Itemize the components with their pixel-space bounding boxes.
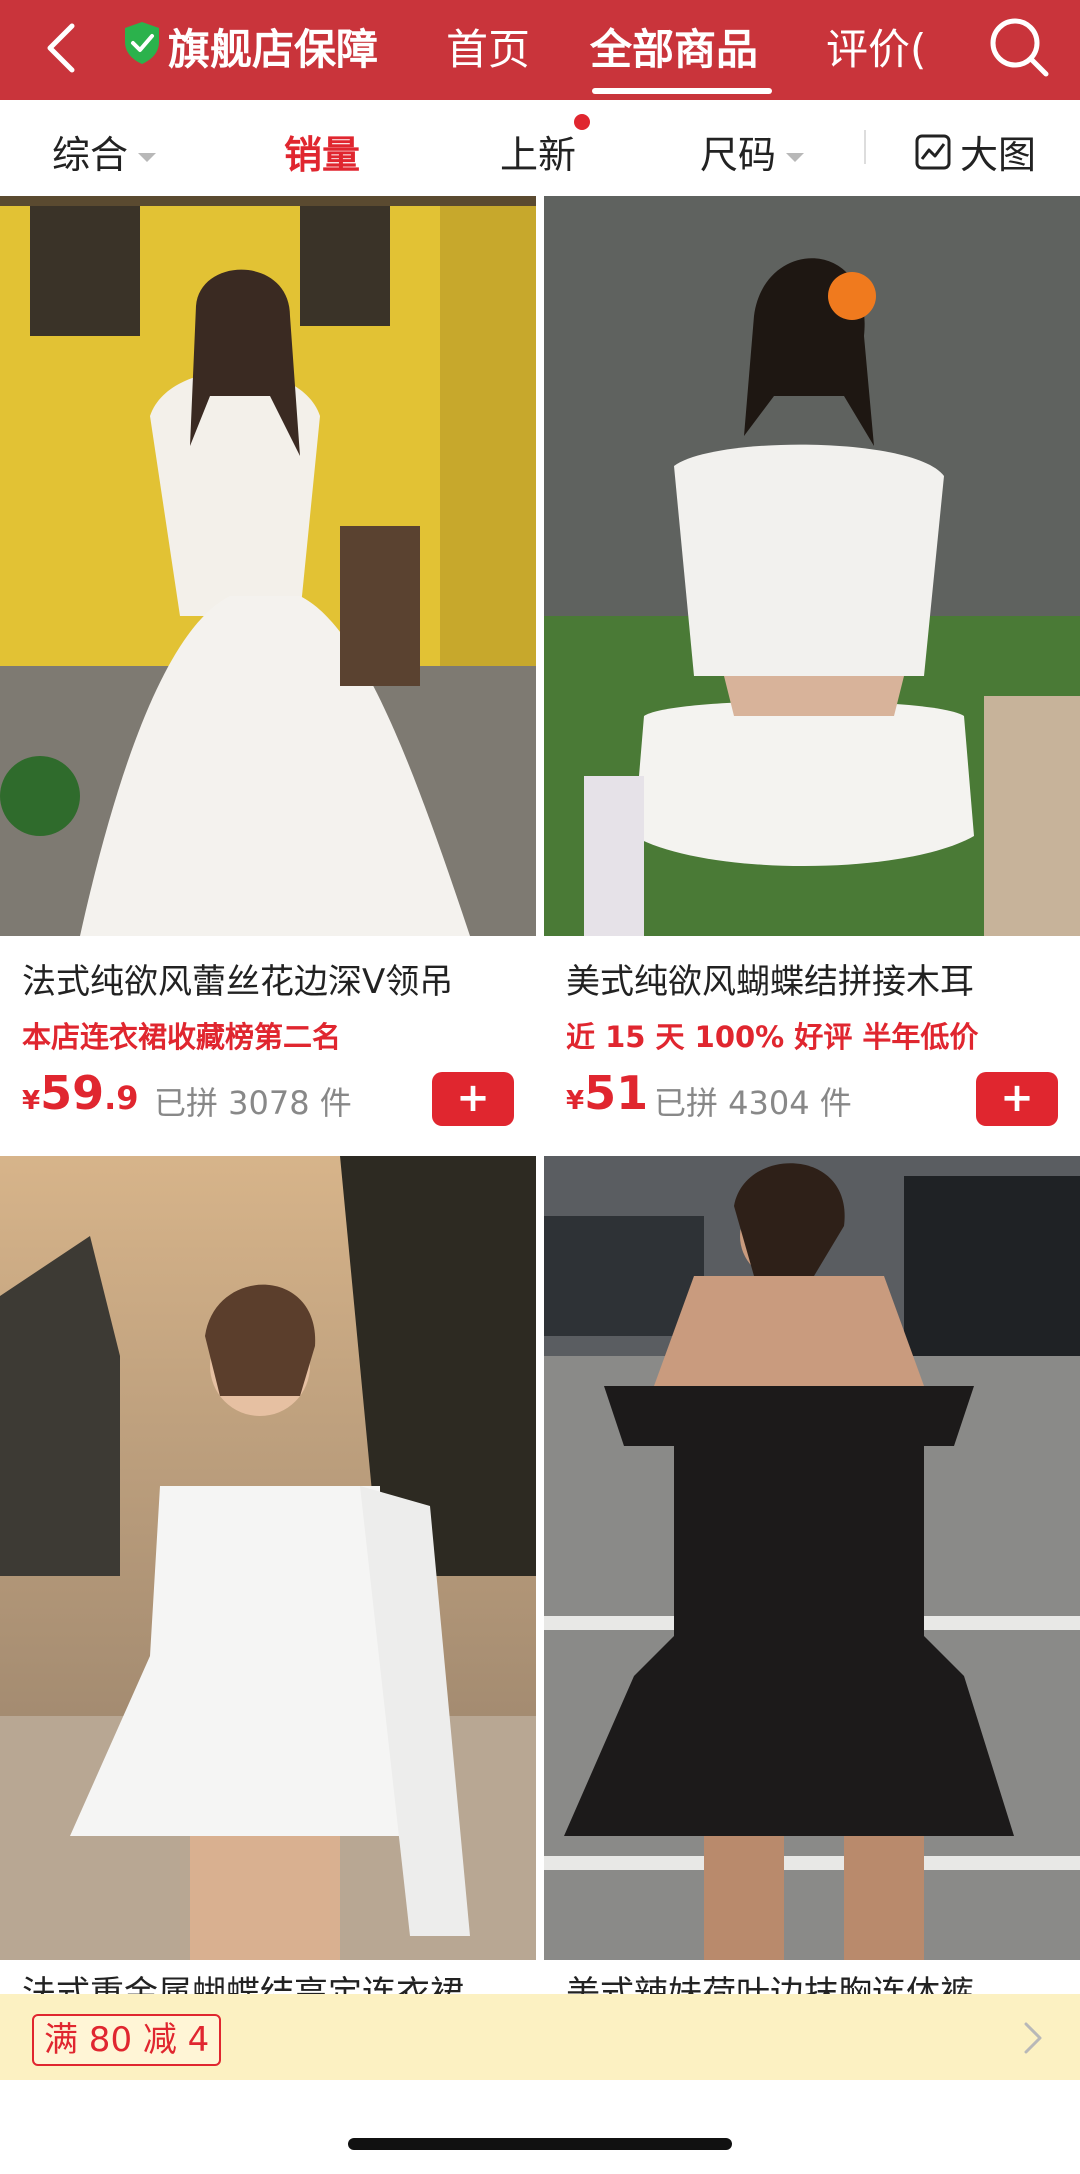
caret-down-icon (138, 153, 157, 162)
home-indicator[interactable] (348, 2138, 732, 2150)
caret-down-icon (786, 153, 805, 162)
filter-new[interactable]: 上新 (500, 124, 576, 179)
chevron-left-icon[interactable] (34, 18, 94, 78)
tab-all-products[interactable]: 全部商品 (590, 16, 758, 77)
currency-symbol: ¥ (22, 1086, 41, 1116)
filter-divider (864, 130, 866, 164)
product-tagline: 本店连衣裙收藏榜第二名 (22, 1020, 342, 1054)
filter-sales[interactable]: 销量 (284, 124, 360, 179)
tab-reviews[interactable]: 评价( (826, 16, 926, 77)
filter-size-label: 尺码 (700, 133, 777, 177)
new-badge-dot (574, 114, 590, 130)
product-tagline: 近 15 天 100% 好评 半年低价 (566, 1020, 979, 1054)
add-to-cart-button[interactable]: + (432, 1072, 514, 1126)
promo-bar[interactable]: 满 80 减 4 (0, 1994, 1080, 2080)
top-nav-bar: 旗舰店保障 首页 全部商品 评价( (0, 0, 1080, 100)
product-title: 法式重金属蝴蝶结高定连衣裙 (22, 1974, 464, 1996)
product-price: ¥51 (566, 1066, 648, 1120)
price-integer: 59 (40, 1066, 105, 1120)
tab-home[interactable]: 首页 (446, 16, 530, 77)
product-card[interactable]: 美式纯欲风蝴蝶结拼接木耳 近 15 天 100% 好评 半年低价 ¥51 已拼 … (544, 196, 1080, 1136)
add-to-cart-button[interactable]: + (976, 1072, 1058, 1126)
big-image-label: 大图 (960, 133, 1037, 177)
price-decimal: .9 (104, 1079, 139, 1117)
price-integer: 51 (584, 1066, 649, 1120)
product-image[interactable] (544, 1156, 1080, 1960)
product-image[interactable] (0, 196, 536, 936)
product-image[interactable] (544, 196, 1080, 936)
big-image-toggle[interactable]: 大图 (914, 124, 1036, 179)
product-card[interactable]: 法式纯欲风蕾丝花边深V领吊 本店连衣裙收藏榜第二名 ¥59.9 已拼 3078 … (0, 196, 536, 1136)
product-card[interactable]: 美式辣妹荷叶边抹胸连体裤 (544, 1156, 1080, 1996)
chevron-right-icon (1024, 2022, 1042, 2054)
sold-count: 已拼 4304 件 (654, 1084, 852, 1122)
currency-symbol: ¥ (566, 1086, 585, 1116)
product-price: ¥59.9 (22, 1066, 139, 1120)
filter-comprehensive[interactable]: 综合 (52, 124, 157, 179)
image-view-icon (915, 134, 951, 169)
discount-badge: 满 80 减 4 (32, 2014, 222, 2066)
sold-count: 已拼 3078 件 (154, 1084, 352, 1122)
product-title: 美式辣妹荷叶边抹胸连体裤 (566, 1974, 974, 1996)
product-title: 法式纯欲风蕾丝花边深V领吊 (22, 962, 454, 1002)
product-title: 美式纯欲风蝴蝶结拼接木耳 (566, 962, 974, 1002)
active-tab-indicator (592, 88, 772, 94)
search-icon[interactable] (984, 12, 1054, 82)
shield-check-icon (122, 20, 162, 66)
filter-size[interactable]: 尺码 (700, 124, 805, 179)
product-card[interactable]: 法式重金属蝴蝶结高定连衣裙 (0, 1156, 536, 1996)
store-guarantee-label[interactable]: 旗舰店保障 (168, 16, 378, 77)
filter-comprehensive-label: 综合 (52, 133, 129, 177)
product-image[interactable] (0, 1156, 536, 1960)
